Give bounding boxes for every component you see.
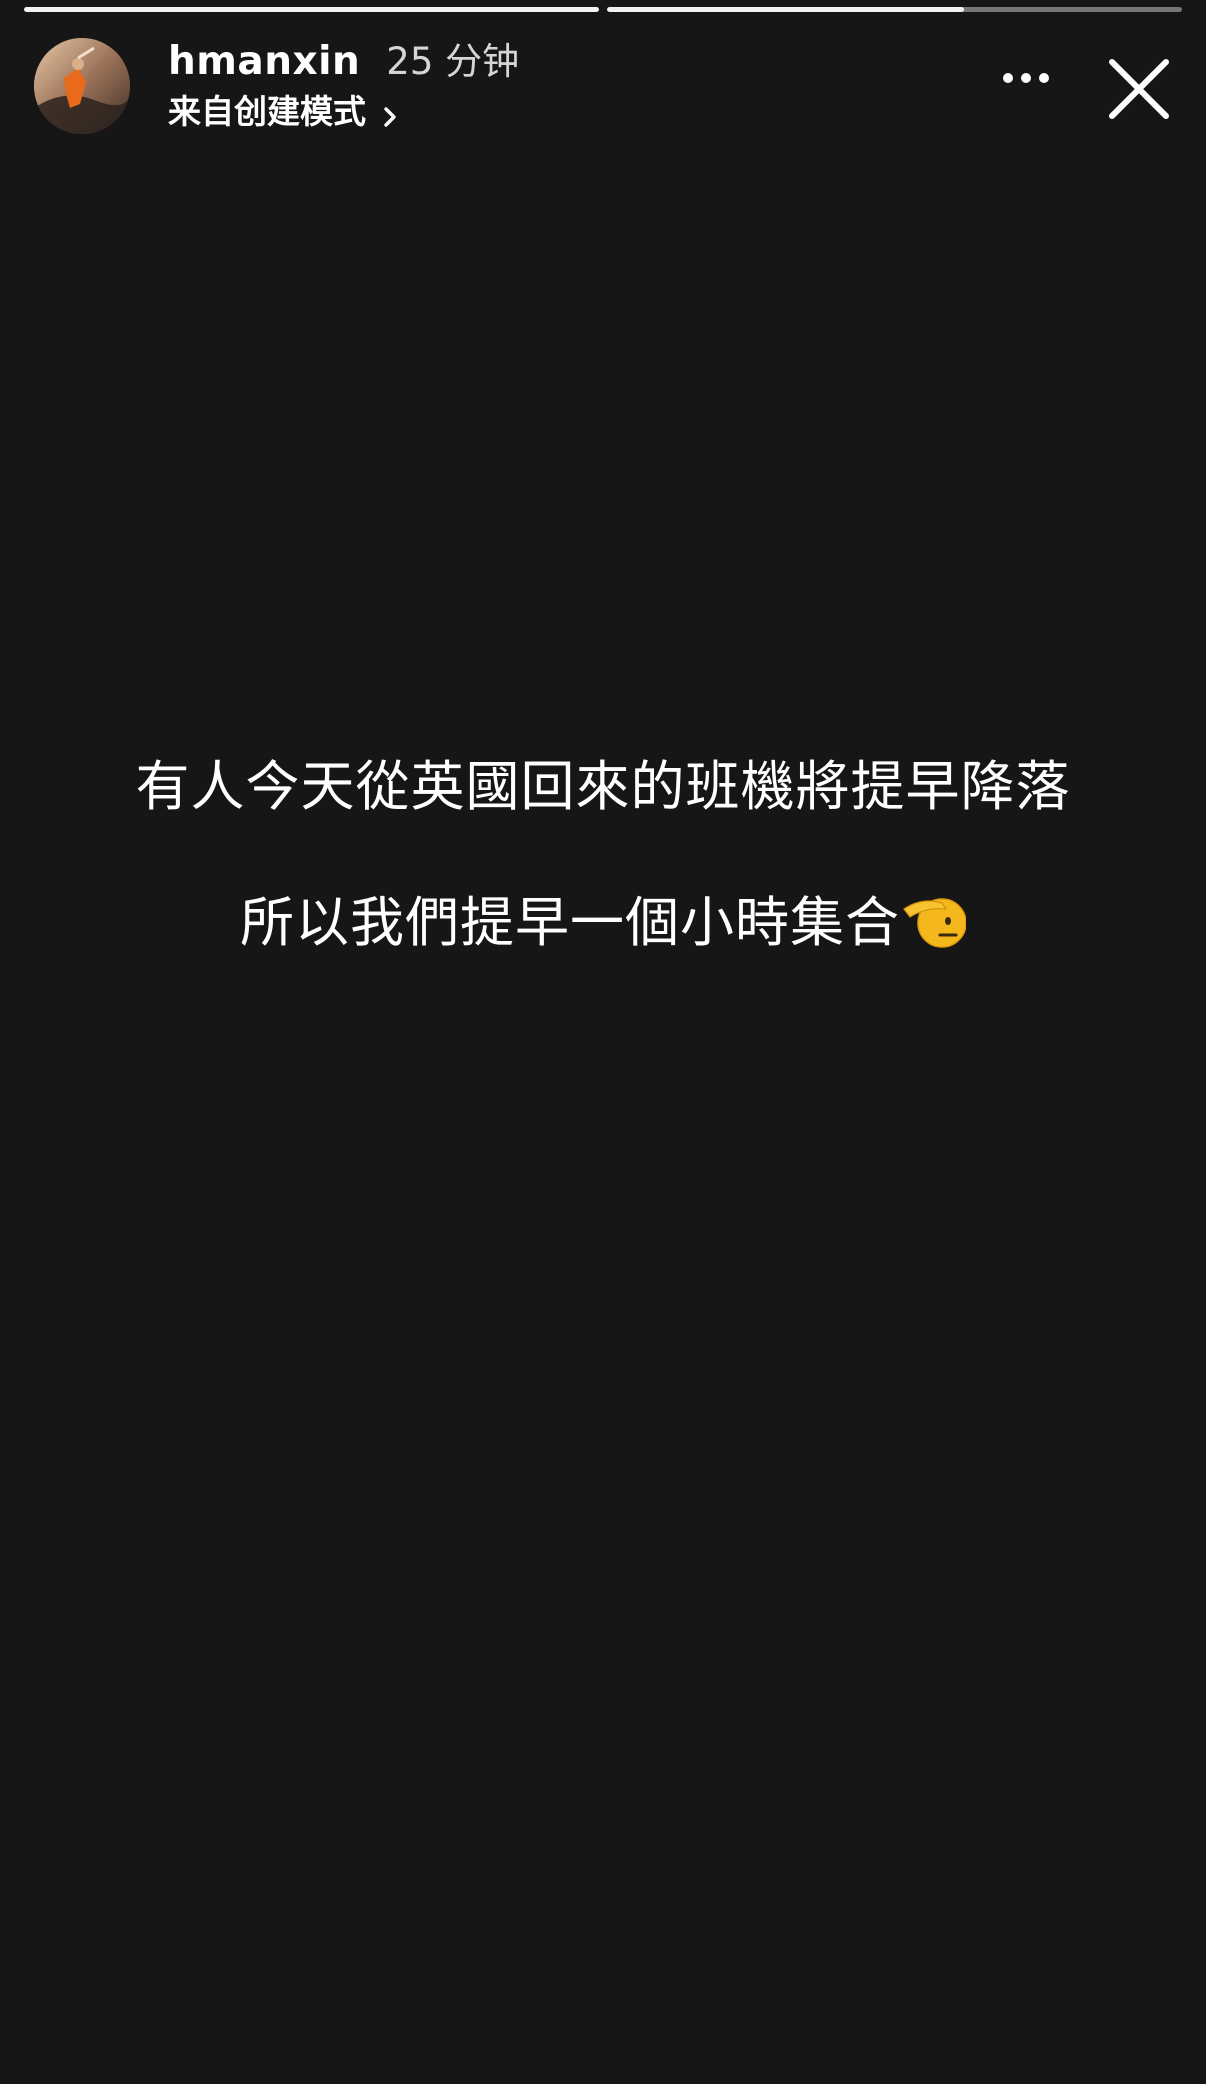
create-mode-label: 来自创建模式 [168,92,366,131]
story-header: hmanxin 25 分钟 来自创建模式 [34,36,1176,136]
more-horizontal-icon [1003,73,1049,83]
saluting-face-emoji-icon [902,887,967,951]
close-icon [1109,59,1169,119]
time-ago: 25 分钟 [386,40,520,83]
user-block: hmanxin 25 分钟 来自创建模式 [168,36,519,134]
story-progress-bar [24,7,1182,12]
close-button[interactable] [1106,56,1172,122]
create-mode-link[interactable]: 来自创建模式 [168,90,519,134]
username[interactable]: hmanxin [168,36,360,88]
story-progress-segment-1 [24,7,599,12]
story-progress-fill-1 [24,7,599,12]
story-text-line-2: 所以我們提早一個小時集合 [240,891,900,954]
story-text-line-2-wrapper: 所以我們提早一個小時集合 [0,878,1206,957]
story-text-line-1: 有人今天從英國回來的班機將提早降落 [135,755,1071,818]
user-line: hmanxin 25 分钟 [168,36,519,88]
avatar[interactable] [34,38,130,134]
story-progress-fill-2 [607,7,964,12]
more-options-button[interactable] [996,58,1056,98]
chevron-right-icon [380,98,400,127]
story-progress-segment-2 [607,7,1182,12]
